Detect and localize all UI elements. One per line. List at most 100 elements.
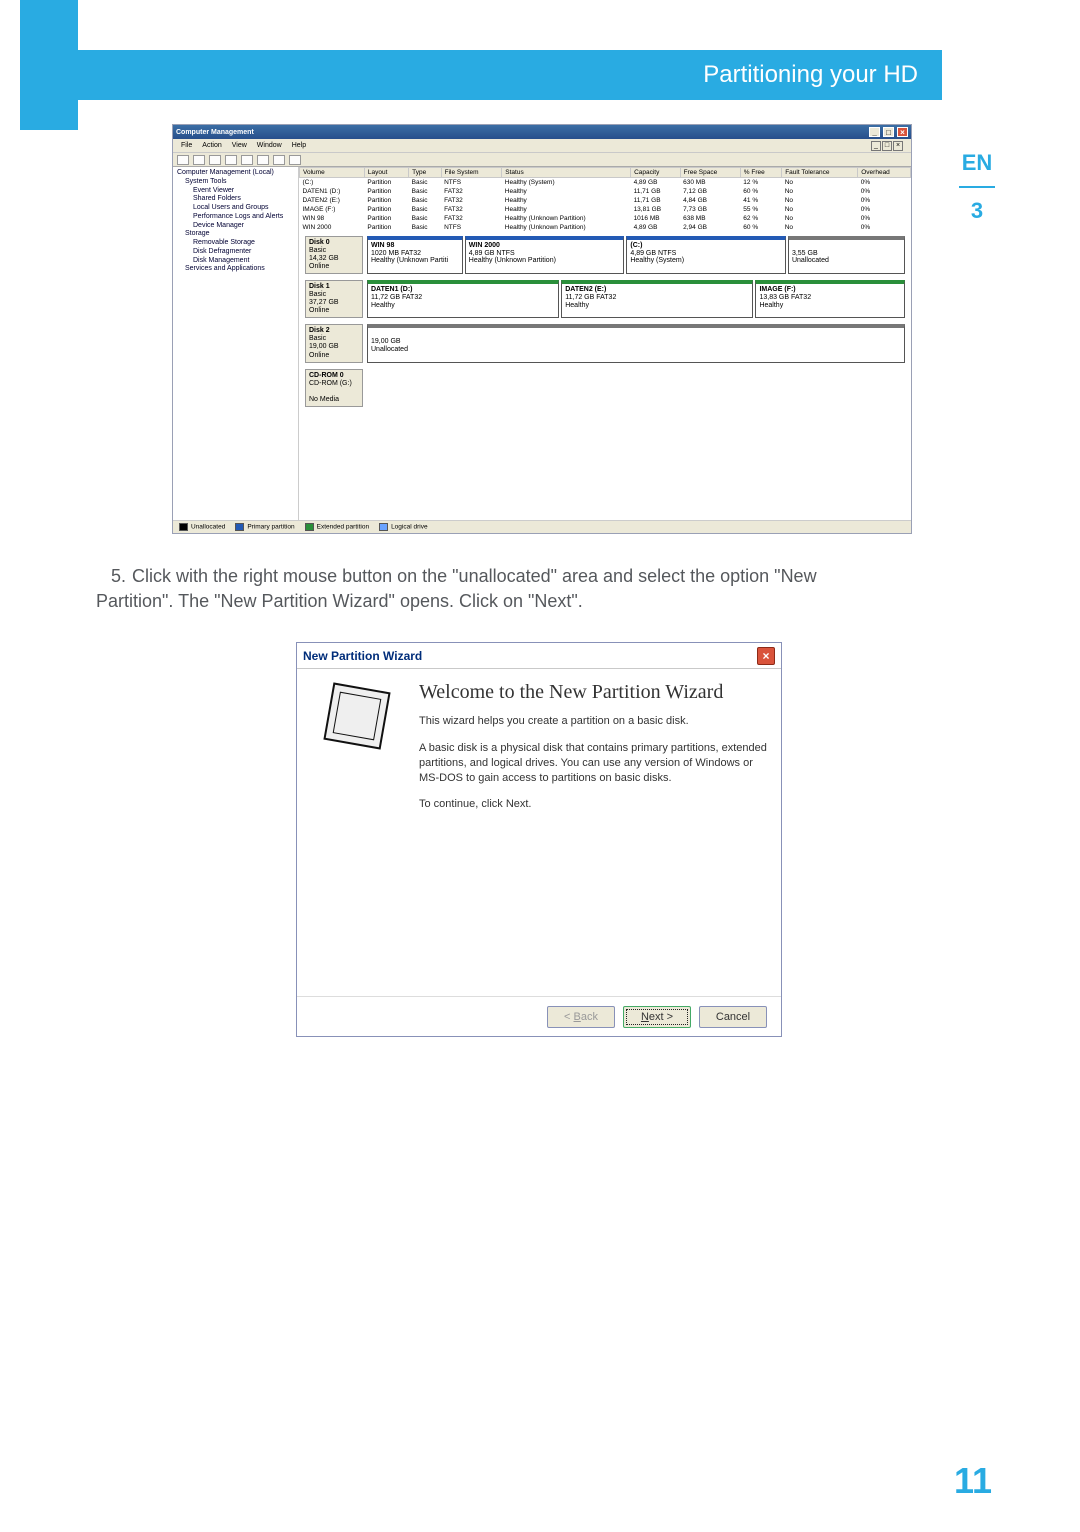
nav-back-icon[interactable] [177, 155, 189, 165]
legend-primary: Primary partition [247, 524, 294, 531]
table-row[interactable]: DATEN1 (D:)PartitionBasicFAT32Healthy11,… [300, 187, 911, 196]
tree-root[interactable]: Computer Management (Local) [177, 169, 294, 178]
disk-segment[interactable]: WIN 20004,89 GB NTFSHealthy (Unknown Par… [465, 236, 625, 274]
tree-storage[interactable]: Storage [177, 230, 294, 239]
column-header[interactable]: Type [409, 168, 441, 178]
tree-perf-logs[interactable]: Performance Logs and Alerts [177, 213, 294, 222]
toolbar-icon[interactable] [241, 155, 253, 165]
menu-view[interactable]: View [232, 142, 247, 149]
column-header[interactable]: Overhead [858, 168, 911, 178]
toolbar-icon[interactable] [273, 155, 285, 165]
tree-removable-storage[interactable]: Removable Storage [177, 239, 294, 248]
disk-segments: DATEN1 (D:)11,72 GB FAT32HealthyDATEN2 (… [367, 280, 905, 318]
side-lang-box: EN 3 [946, 150, 1008, 224]
wizard-heading: Welcome to the New Partition Wizard [419, 681, 767, 704]
window-controls: _ □ × [868, 127, 908, 137]
column-header[interactable]: Layout [364, 168, 408, 178]
wizard-graphic-panel [297, 669, 417, 996]
side-divider [959, 186, 995, 188]
legend: Unallocated Primary partition Extended p… [173, 520, 911, 533]
disk-info: CD-ROM 0CD-ROM (G:)No Media [305, 369, 363, 407]
column-header[interactable]: Free Space [680, 168, 740, 178]
menu-file[interactable]: File [181, 142, 192, 149]
table-row[interactable]: WIN 98PartitionBasicFAT32Healthy (Unknow… [300, 214, 911, 223]
menu-help[interactable]: Help [292, 142, 306, 149]
minimize-icon[interactable]: _ [869, 127, 880, 137]
column-header[interactable]: File System [441, 168, 502, 178]
wizard-titlebar[interactable]: New Partition Wizard × [297, 643, 781, 669]
tree-services-apps[interactable]: Services and Applications [177, 265, 294, 274]
wizard-button-row: < Back Next > Cancel [297, 996, 781, 1036]
titlebar[interactable]: Computer Management _ □ × [173, 125, 911, 139]
left-accent [20, 0, 78, 130]
disk-info: Disk 1Basic37,27 GBOnline [305, 280, 363, 318]
tree-local-users[interactable]: Local Users and Groups [177, 204, 294, 213]
window-title: Computer Management [176, 129, 254, 136]
disk-info: Disk 2Basic19,00 GBOnline [305, 324, 363, 362]
back-button: < Back [547, 1006, 615, 1028]
toolbar-icon[interactable] [209, 155, 221, 165]
disk-segment[interactable]: 19,00 GBUnallocated [367, 324, 905, 362]
tree-system-tools[interactable]: System Tools [177, 178, 294, 187]
tree-defragmenter[interactable]: Disk Defragmenter [177, 248, 294, 257]
menu-window[interactable]: Window [257, 142, 282, 149]
table-row[interactable]: (C:)PartitionBasicNTFSHealthy (System)4,… [300, 178, 911, 188]
disk-info: Disk 0Basic14,32 GBOnline [305, 236, 363, 274]
menu-action[interactable]: Action [202, 142, 221, 149]
lang-badge: EN [946, 150, 1008, 176]
wizard-paragraph: This wizard helps you create a partition… [419, 714, 767, 729]
legend-logical: Logical drive [391, 524, 428, 531]
disk-map[interactable]: Disk 0Basic14,32 GBOnlineWIN 981020 MB F… [299, 232, 911, 520]
toolbar-icon[interactable] [289, 155, 301, 165]
column-header[interactable]: Fault Tolerance [782, 168, 858, 178]
disk-row: Disk 0Basic14,32 GBOnlineWIN 981020 MB F… [305, 236, 905, 274]
table-row[interactable]: IMAGE (F:)PartitionBasicFAT32Healthy13,8… [300, 205, 911, 214]
close-icon[interactable]: × [897, 127, 908, 137]
disk-segment[interactable]: WIN 981020 MB FAT32Healthy (Unknown Part… [367, 236, 463, 274]
legend-extended: Extended partition [317, 524, 369, 531]
section-number: 3 [946, 198, 1008, 224]
disk-segment[interactable]: DATEN1 (D:)11,72 GB FAT32Healthy [367, 280, 559, 318]
menu-bar: File Action View Window Help _□× [173, 139, 911, 153]
step-body: Click with the right mouse button on the… [96, 566, 817, 611]
wizard-content: Welcome to the New Partition Wizard This… [417, 669, 781, 996]
header-band: Partitioning your HD [78, 50, 942, 100]
nav-tree[interactable]: Computer Management (Local) System Tools… [173, 167, 299, 520]
step-5-text: 5.Click with the right mouse button on t… [96, 564, 894, 614]
column-header[interactable]: Capacity [631, 168, 681, 178]
wizard-paragraph: A basic disk is a physical disk that con… [419, 741, 767, 786]
disk-segments: 19,00 GBUnallocated [367, 324, 905, 362]
tree-shared-folders[interactable]: Shared Folders [177, 195, 294, 204]
tree-event-viewer[interactable]: Event Viewer [177, 187, 294, 196]
page-title: Partitioning your HD [703, 61, 918, 89]
column-header[interactable]: % Free [740, 168, 781, 178]
disk-segment[interactable]: DATEN2 (E:)11,72 GB FAT32Healthy [561, 280, 753, 318]
close-icon[interactable]: × [757, 647, 775, 665]
page-number: 11 [954, 1460, 992, 1502]
legend-unallocated: Unallocated [191, 524, 225, 531]
disk-segment[interactable]: 3,55 GBUnallocated [788, 236, 905, 274]
column-header[interactable]: Volume [300, 168, 365, 178]
toolbar-icon[interactable] [225, 155, 237, 165]
tree-device-manager[interactable]: Device Manager [177, 222, 294, 231]
wizard-paragraph: To continue, click Next. [419, 797, 767, 812]
disk-segment[interactable]: (C:)4,89 GB NTFSHealthy (System) [626, 236, 786, 274]
wizard-title: New Partition Wizard [303, 649, 422, 663]
mdi-controls: _□× [871, 141, 903, 151]
toolbar-icon[interactable] [257, 155, 269, 165]
table-row[interactable]: DATEN2 (E:)PartitionBasicFAT32Healthy11,… [300, 196, 911, 205]
disk-segment[interactable]: IMAGE (F:)13,83 GB FAT32Healthy [755, 280, 905, 318]
cancel-button[interactable]: Cancel [699, 1006, 767, 1028]
partition-table: VolumeLayoutTypeFile SystemStatusCapacit… [299, 167, 911, 232]
disk-segments: WIN 981020 MB FAT32Healthy (Unknown Part… [367, 236, 905, 274]
disk-row: CD-ROM 0CD-ROM (G:)No Media [305, 369, 905, 407]
disk-row: Disk 2Basic19,00 GBOnline 19,00 GBUnallo… [305, 324, 905, 362]
column-header[interactable]: Status [502, 168, 631, 178]
table-row[interactable]: WIN 2000PartitionBasicNTFSHealthy (Unkno… [300, 223, 911, 232]
tree-disk-management[interactable]: Disk Management [177, 257, 294, 266]
maximize-icon[interactable]: □ [883, 127, 894, 137]
next-button[interactable]: Next > [623, 1006, 691, 1028]
disk-segments [367, 369, 905, 407]
nav-fwd-icon[interactable] [193, 155, 205, 165]
computer-management-window: Computer Management _ □ × File Action Vi… [172, 124, 912, 534]
